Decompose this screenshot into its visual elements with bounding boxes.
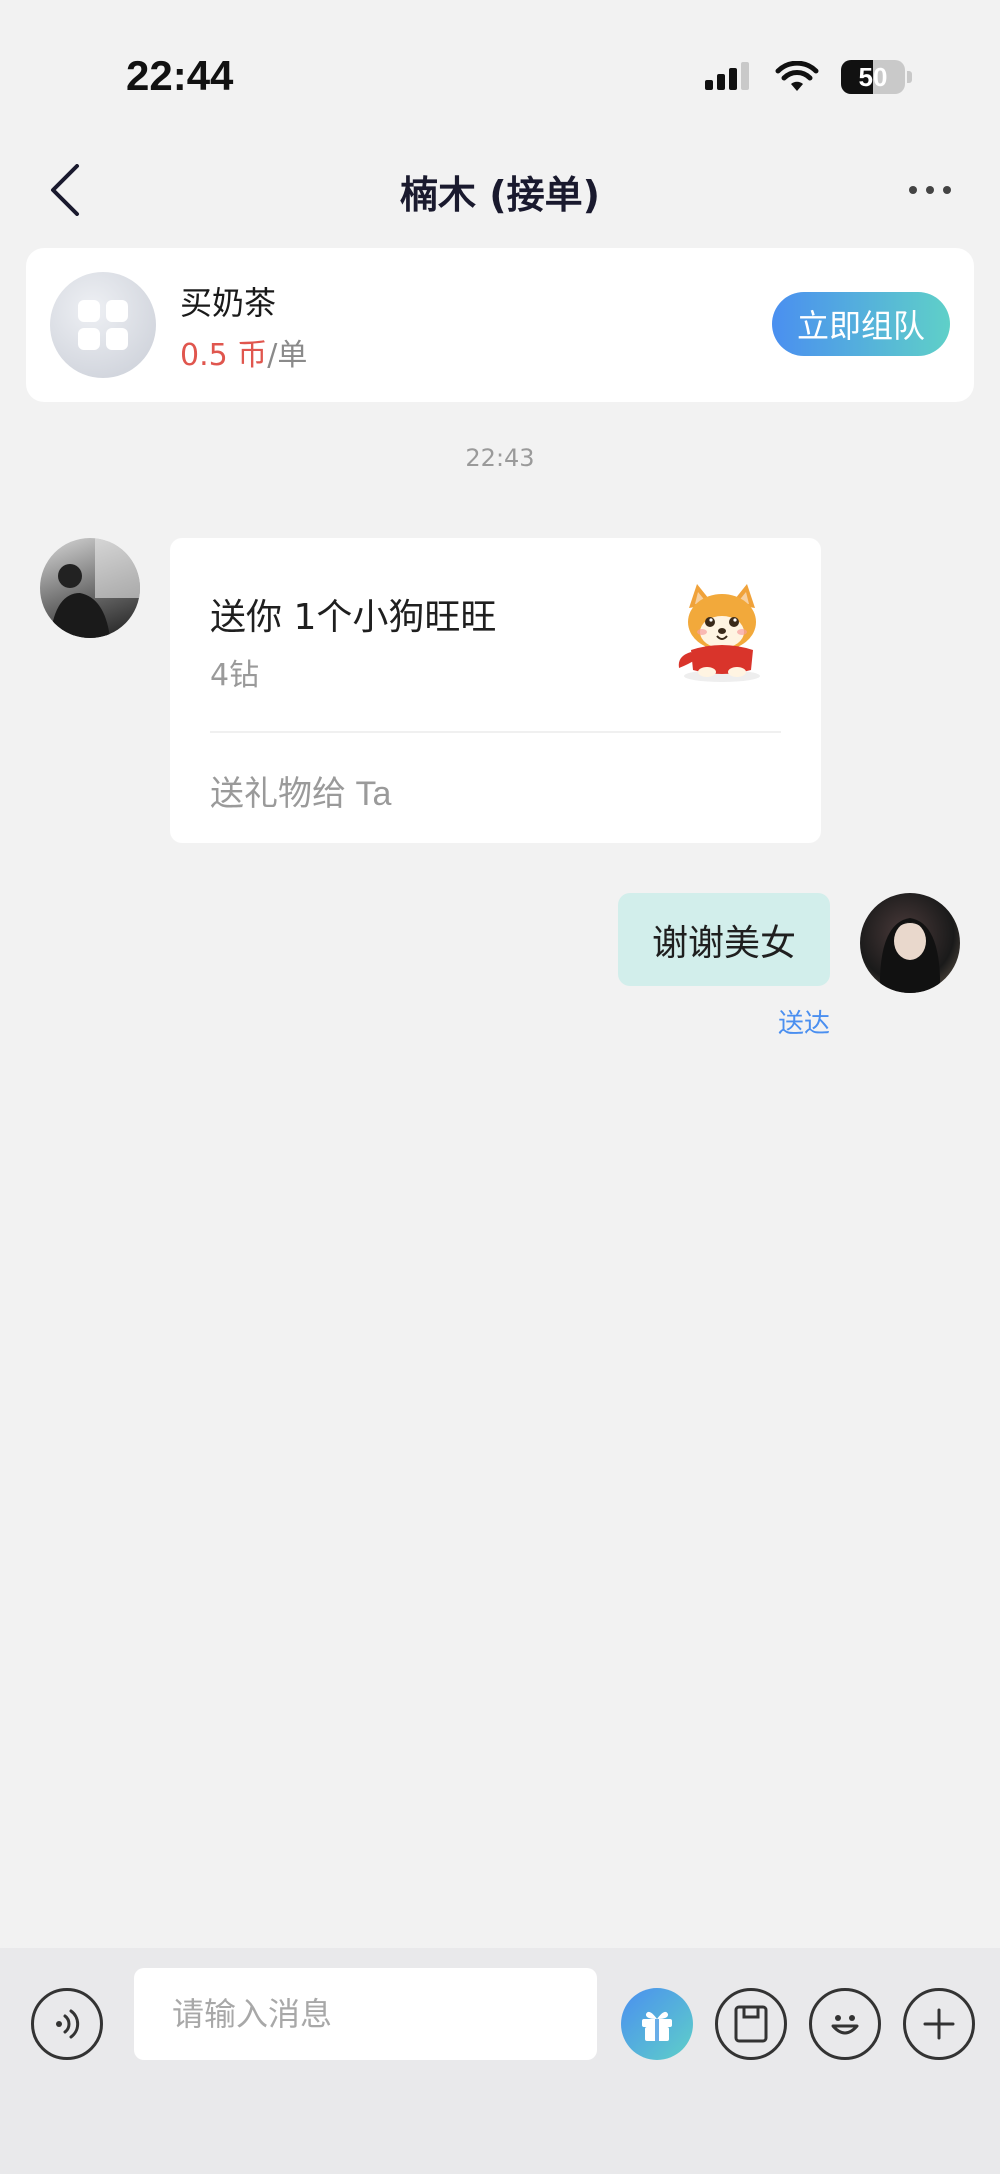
chat-timestamp: 22:43 xyxy=(465,444,535,472)
status-icons: 50 xyxy=(705,60,912,94)
delivery-status: 送达 xyxy=(777,1009,830,1039)
more-button[interactable] xyxy=(900,170,960,210)
gift-price: 4钻 xyxy=(210,658,260,693)
voice-icon xyxy=(56,2009,80,2039)
sent-message-text: 谢谢美女 xyxy=(651,922,796,964)
battery-level: 50 xyxy=(858,61,888,92)
card-button[interactable] xyxy=(715,1988,787,2060)
gift-button[interactable] xyxy=(621,1988,693,2060)
sender-avatar[interactable] xyxy=(40,538,140,638)
emoji-button[interactable] xyxy=(809,1988,881,2060)
gift-title: 送你 1个小狗旺旺 xyxy=(210,597,497,638)
avatar-image xyxy=(879,918,941,993)
input-bar xyxy=(0,1948,1000,2174)
avatar-image xyxy=(50,538,140,638)
voice-button[interactable] xyxy=(31,1988,103,2060)
sent-message-bubble[interactable]: 谢谢美女 xyxy=(617,893,830,986)
corgi-dog-gift-icon xyxy=(678,584,760,682)
join-team-button[interactable]: 立即组队 xyxy=(772,292,950,356)
order-icon xyxy=(50,272,156,378)
gift-message-card[interactable]: 送你 1个小狗旺旺 4钻 送礼物给 Ta xyxy=(170,538,821,843)
order-price-unit: /单 xyxy=(267,338,308,373)
order-title: 买奶茶 xyxy=(180,284,277,322)
order-price: 0.5 币/单 xyxy=(180,330,307,374)
status-bar: 22:44 50 xyxy=(0,0,1000,150)
send-gift-back-button[interactable]: 送礼物给 Ta xyxy=(210,766,391,815)
card-icon xyxy=(734,2005,768,2043)
battery-indicator: 50 xyxy=(841,60,905,94)
page-title: 楠木 (接单) xyxy=(400,173,600,217)
wifi-icon xyxy=(775,61,819,91)
battery-tip xyxy=(907,71,912,83)
order-price-value: 0.5 币 xyxy=(180,338,268,373)
status-time: 22:44 xyxy=(126,52,234,99)
gift-divider xyxy=(210,731,781,733)
grid-apps-icon xyxy=(78,300,128,350)
order-card[interactable]: 买奶茶 0.5 币/单 立即组队 xyxy=(26,248,974,402)
my-avatar[interactable] xyxy=(860,893,960,993)
more-dots-icon xyxy=(909,186,951,194)
gift-icon xyxy=(642,2011,672,2041)
cellular-signal-icon xyxy=(705,62,749,90)
nav-bar: 楠木 (接单) xyxy=(0,140,1000,240)
message-input[interactable] xyxy=(134,1968,597,2060)
plus-icon xyxy=(923,2008,955,2040)
emoji-icon xyxy=(831,2015,859,2035)
plus-button[interactable] xyxy=(903,1988,975,2060)
